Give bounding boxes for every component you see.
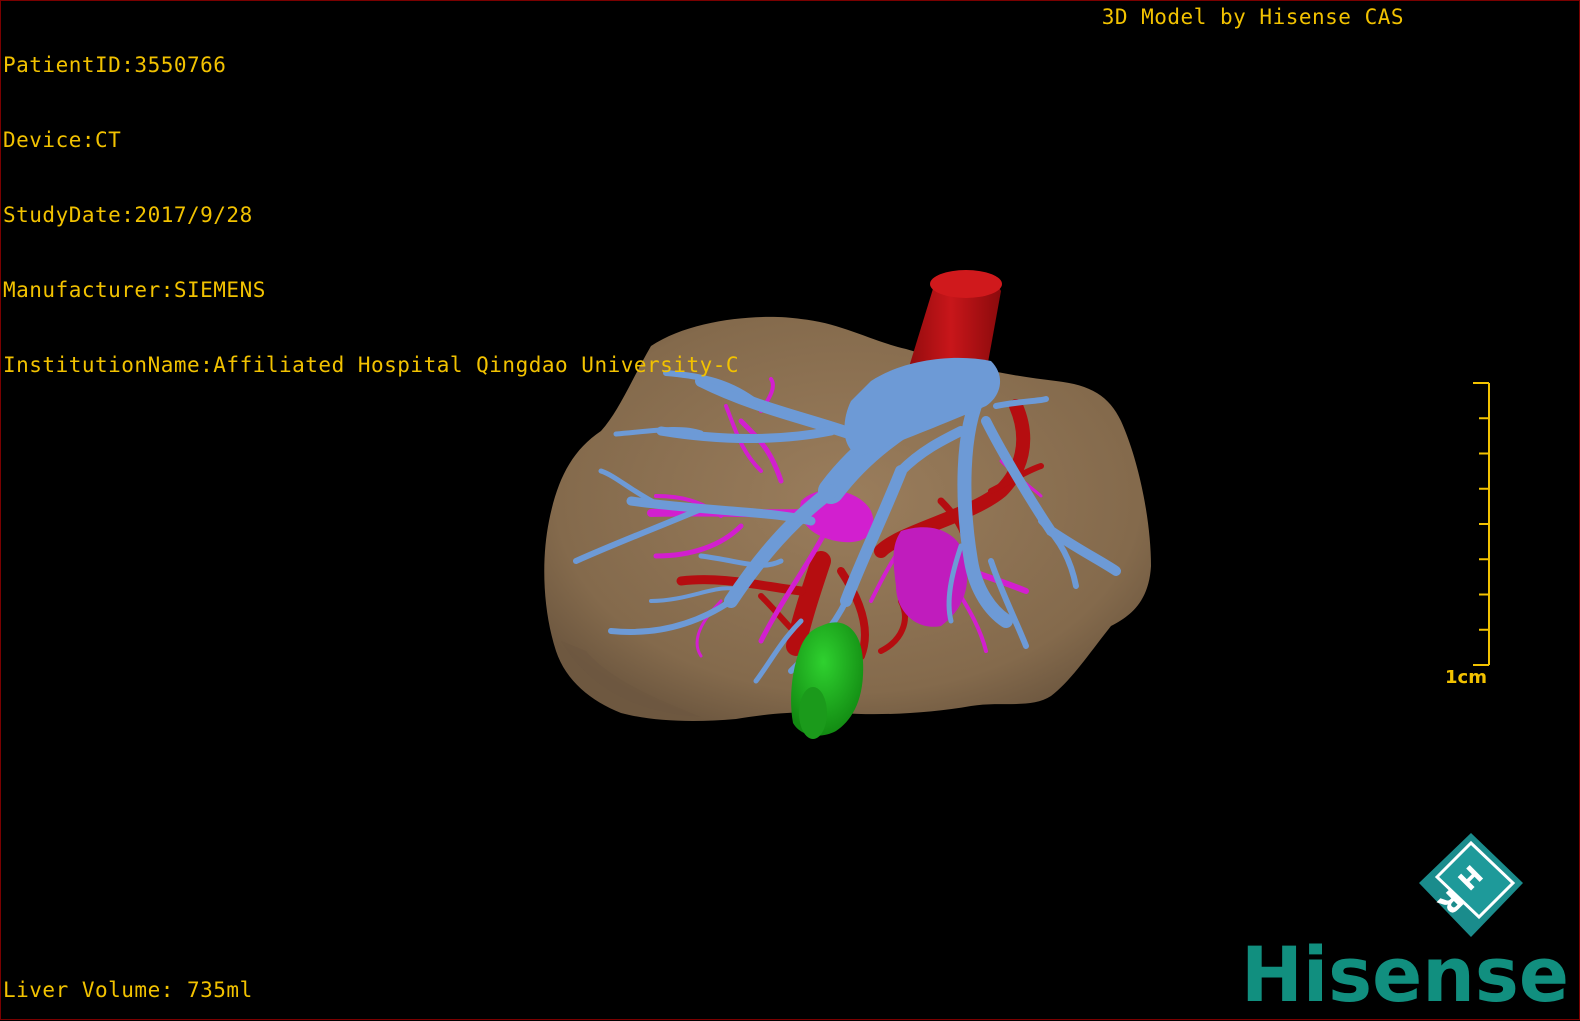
patient-id: PatientID:3550766 [3,53,227,77]
institution-name: InstitutionName:Affiliated Hospital Qing… [3,353,740,377]
gallbladder-neck [799,687,827,739]
manufacturer: Manufacturer:SIEMENS [3,278,266,302]
liver-volume: Liver Volume: 735ml [3,978,253,1002]
scale-bar [1473,382,1490,666]
model-credit: 3D Model by Hisense CAS [1101,5,1404,29]
patient-info-overlay: PatientID:3550766 Device:CT StudyDate:20… [3,3,739,428]
ivc-top [930,270,1002,298]
scale-bar-label: 1cm [1445,667,1487,688]
device: Device:CT [3,128,122,152]
3d-viewport[interactable]: PatientID:3550766 Device:CT StudyDate:20… [0,0,1580,1020]
svg-text:Hisense: Hisense [1241,933,1569,1013]
orientation-cube-icon[interactable]: H R [1413,833,1533,943]
study-date: StudyDate:2017/9/28 [3,203,253,227]
hisense-logo: Hisense [1241,933,1569,1013]
